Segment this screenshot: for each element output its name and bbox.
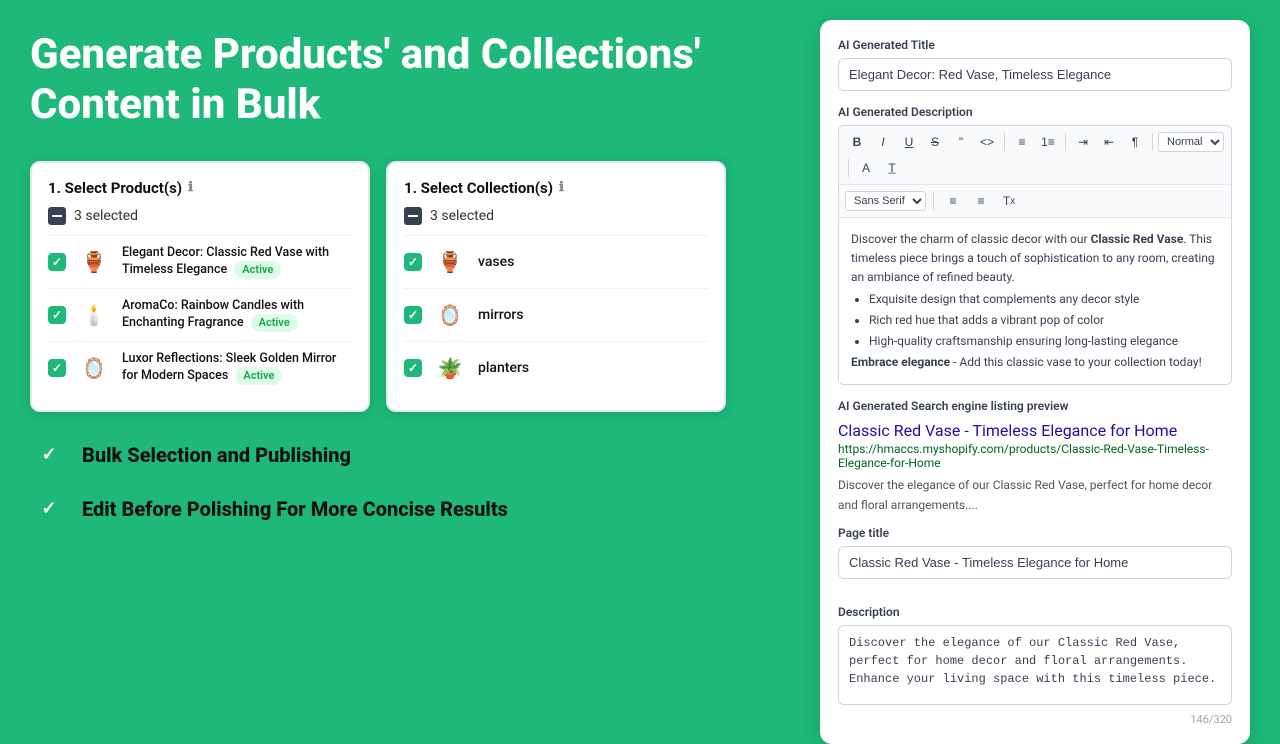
products-panel-title: 1. Select Product(s) ℹ	[48, 179, 352, 197]
toolbar-row-2: Sans Serif ≡ ≡ Tx	[839, 185, 1231, 218]
collection-name-0: vases	[478, 254, 514, 270]
product-img-1: 🕯️	[76, 297, 112, 333]
desc-textarea[interactable]: Discover the elegance of our Classic Red…	[838, 625, 1232, 705]
toolbar-sep-3	[1152, 133, 1153, 151]
code-button[interactable]: <>	[975, 130, 999, 154]
collection-item[interactable]: 🏺 vases	[404, 235, 708, 288]
editor-content[interactable]: Discover the charm of classic decor with…	[839, 218, 1231, 384]
collection-img-1: 🪞	[432, 297, 468, 333]
product-name-0: Elegant Decor: Classic Red Vase with Tim…	[122, 245, 352, 280]
seo-label: AI Generated Search engine listing previ…	[838, 399, 1232, 413]
desc-label: Description	[838, 605, 1232, 619]
collection-checkbox-0[interactable]	[404, 253, 422, 271]
editor-toolbar: B I U S " <> ≡ 1≡ ⇥ ⇤ ¶ Normal A T̲	[838, 125, 1232, 385]
product-checkbox-2[interactable]	[48, 359, 66, 377]
unordered-list-button[interactable]: ≡	[1010, 130, 1034, 154]
collection-checkbox-2[interactable]	[404, 359, 422, 377]
heading-select[interactable]: Normal	[1158, 132, 1224, 152]
toolbar-sep-2	[1065, 133, 1066, 151]
italic-button[interactable]: I	[871, 130, 895, 154]
ordered-list-button[interactable]: 1≡	[1036, 130, 1060, 154]
products-minus-button[interactable]	[48, 207, 66, 225]
seo-preview-url: https://hmaccs.myshopify.com/products/Cl…	[838, 442, 1232, 470]
seo-preview-title[interactable]: Classic Red Vase - Timeless Elegance for…	[838, 421, 1232, 440]
product-checkbox-1[interactable]	[48, 306, 66, 324]
toolbar-row-1: B I U S " <> ≡ 1≡ ⇥ ⇤ ¶ Normal A T̲	[839, 126, 1231, 185]
main-container: Generate Products' and Collections' Cont…	[0, 0, 1280, 720]
page-title-label: Page title	[838, 526, 1232, 540]
bulk-selection-icon	[30, 436, 68, 474]
feature-text-1: Bulk Selection and Publishing	[82, 443, 351, 467]
quote-button[interactable]: "	[949, 130, 973, 154]
product-item[interactable]: 🕯️ AromaCo: Rainbow Candles with Enchant…	[48, 288, 352, 341]
collection-item[interactable]: 🪴 planters	[404, 341, 708, 394]
product-item[interactable]: 🪞 Luxor Reflections: Sleek Golden Mirror…	[48, 341, 352, 394]
toolbar-sep-5	[933, 192, 934, 210]
ai-title-input[interactable]	[838, 58, 1232, 91]
collection-name-2: planters	[478, 360, 529, 376]
right-panel: AI Generated Title AI Generated Descript…	[820, 20, 1250, 744]
clear-format-button[interactable]: T̲	[880, 156, 904, 180]
product-name-2: Luxor Reflections: Sleek Golden Mirror f…	[122, 351, 352, 386]
bold-button[interactable]: B	[845, 130, 869, 154]
collections-selected-row: 3 selected	[404, 207, 708, 225]
collection-img-2: 🪴	[432, 350, 468, 386]
collections-selected-count: 3 selected	[430, 208, 494, 224]
collection-checkbox-1[interactable]	[404, 306, 422, 324]
align-left-button[interactable]: ≡	[941, 189, 965, 213]
collections-info-icon[interactable]: ℹ	[559, 180, 564, 195]
outdent-button[interactable]: ⇤	[1097, 130, 1121, 154]
ai-title-label: AI Generated Title	[838, 38, 1232, 52]
feature-text-2: Edit Before Polishing For More Concise R…	[82, 497, 508, 521]
product-img-2: 🪞	[76, 350, 112, 386]
toolbar-sep-4	[848, 159, 849, 177]
collections-panel-title: 1. Select Collection(s) ℹ	[404, 179, 708, 197]
hero-title: Generate Products' and Collections' Cont…	[30, 30, 730, 131]
product-checkbox-0[interactable]	[48, 253, 66, 271]
products-panel: 1. Select Product(s) ℹ 3 selected 🏺 Eleg…	[30, 161, 370, 412]
products-info-icon[interactable]: ℹ	[188, 180, 193, 195]
font-family-select[interactable]: Sans Serif	[845, 191, 926, 211]
paragraph-button[interactable]: ¶	[1123, 130, 1147, 154]
products-selected-row: 3 selected	[48, 207, 352, 225]
product-list: 🏺 Elegant Decor: Classic Red Vase with T…	[48, 235, 352, 394]
seo-preview-desc: Discover the elegance of our Classic Red…	[838, 478, 1212, 512]
products-selected-count: 3 selected	[74, 208, 138, 224]
product-name-1: AromaCo: Rainbow Candles with Enchanting…	[122, 298, 352, 333]
product-img-0: 🏺	[76, 244, 112, 280]
toolbar-sep-1	[1004, 133, 1005, 151]
collection-name-1: mirrors	[478, 307, 524, 323]
collection-img-0: 🏺	[432, 244, 468, 280]
strikethrough-button[interactable]: S	[923, 130, 947, 154]
clear-x-button[interactable]: Tx	[997, 189, 1021, 213]
indent-button[interactable]: ⇥	[1071, 130, 1095, 154]
align-center-button[interactable]: ≡	[969, 189, 993, 213]
underline-button[interactable]: U	[897, 130, 921, 154]
collections-panel: 1. Select Collection(s) ℹ 3 selected 🏺 v…	[386, 161, 726, 412]
edit-before-icon	[30, 490, 68, 528]
font-color-button[interactable]: A	[854, 156, 878, 180]
page-title-input[interactable]	[838, 546, 1232, 579]
collections-minus-button[interactable]	[404, 207, 422, 225]
collection-list: 🏺 vases 🪞 mirrors 🪴 planters	[404, 235, 708, 394]
product-item[interactable]: 🏺 Elegant Decor: Classic Red Vase with T…	[48, 235, 352, 288]
ai-desc-label: AI Generated Description	[838, 105, 1232, 119]
collection-item[interactable]: 🪞 mirrors	[404, 288, 708, 341]
seo-section: AI Generated Search engine listing previ…	[838, 399, 1232, 514]
char-count: 146/320	[838, 713, 1232, 726]
